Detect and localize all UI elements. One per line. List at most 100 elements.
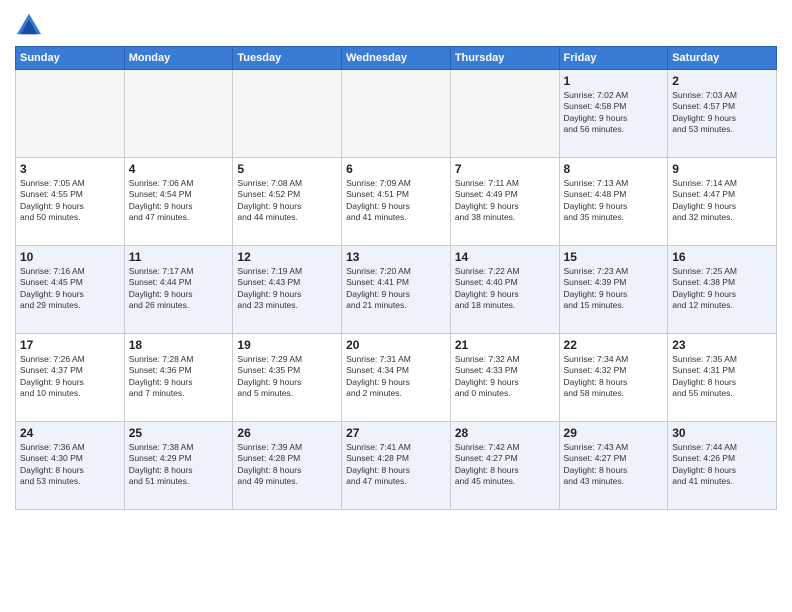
calendar-cell [16, 70, 125, 158]
day-number: 15 [564, 250, 664, 264]
calendar-cell: 20Sunrise: 7:31 AM Sunset: 4:34 PM Dayli… [342, 334, 451, 422]
day-number: 23 [672, 338, 772, 352]
day-info: Sunrise: 7:19 AM Sunset: 4:43 PM Dayligh… [237, 266, 337, 312]
day-info: Sunrise: 7:25 AM Sunset: 4:38 PM Dayligh… [672, 266, 772, 312]
calendar-cell: 19 Sunrise: 7:29 AM Sunset: 4:35 PM Dayli… [233, 334, 342, 422]
calendar-cell: 29 Sunrise: 7:43 AM Sunset: 4:27 PM Dayli… [559, 422, 668, 510]
weekday-header-tuesday: Tuesday [233, 47, 342, 70]
day-info: Sunrise: 7:17 AM Sunset: 4:44 PM Dayligh… [129, 266, 229, 312]
weekday-header-saturday: Saturday [668, 47, 777, 70]
calendar-cell: 18 Sunrise: 7:28 AM Sunset: 4:36 PM Dayli… [124, 334, 233, 422]
calendar-table: SundayMondayTuesdayWednesdayThursdayFrid… [15, 46, 777, 510]
calendar-cell: 8 Sunrise: 7:13 AM Sunset: 4:48 PM Daylig… [559, 158, 668, 246]
day-number: 25 [129, 426, 229, 440]
calendar-cell: 14 Sunrise: 7:22 AM Sunset: 4:40 PM Dayli… [450, 246, 559, 334]
calendar-cell: 4 Sunrise: 7:06 AM Sunset: 4:54 PM Daylig… [124, 158, 233, 246]
day-number: 17 [20, 338, 120, 352]
calendar-cell: 12 Sunrise: 7:19 AM Sunset: 4:43 PM Dayli… [233, 246, 342, 334]
calendar-cell: 25 Sunrise: 7:38 AM Sunset: 4:29 PM Dayli… [124, 422, 233, 510]
calendar-cell: 15 Sunrise: 7:23 AM Sunset: 4:39 PM Dayli… [559, 246, 668, 334]
weekday-header-monday: Monday [124, 47, 233, 70]
day-info: Sunrise: 7:41 AM Sunset: 4:28 PM Dayligh… [346, 442, 446, 488]
day-info: Sunrise: 7:05 AM Sunset: 4:55 PM Dayligh… [20, 178, 120, 224]
day-number: 13 [346, 250, 446, 264]
calendar-cell [450, 70, 559, 158]
calendar-cell: 2Sunrise: 7:03 AM Sunset: 4:57 PM Daylig… [668, 70, 777, 158]
day-number: 27 [346, 426, 446, 440]
calendar-cell: 22 Sunrise: 7:34 AM Sunset: 4:32 PM Dayli… [559, 334, 668, 422]
day-info: Sunrise: 7:20 AM Sunset: 4:41 PM Dayligh… [346, 266, 446, 312]
calendar-week-5: 24Sunrise: 7:36 AM Sunset: 4:30 PM Dayli… [16, 422, 777, 510]
day-info: Sunrise: 7:13 AM Sunset: 4:48 PM Dayligh… [564, 178, 664, 224]
day-number: 12 [237, 250, 337, 264]
day-info: Sunrise: 7:42 AM Sunset: 4:27 PM Dayligh… [455, 442, 555, 488]
calendar-page: SundayMondayTuesdayWednesdayThursdayFrid… [0, 0, 792, 612]
day-number: 30 [672, 426, 772, 440]
weekday-header-row: SundayMondayTuesdayWednesdayThursdayFrid… [16, 47, 777, 70]
day-number: 14 [455, 250, 555, 264]
logo [15, 10, 47, 38]
day-info: Sunrise: 7:35 AM Sunset: 4:31 PM Dayligh… [672, 354, 772, 400]
day-number: 7 [455, 162, 555, 176]
day-info: Sunrise: 7:03 AM Sunset: 4:57 PM Dayligh… [672, 90, 772, 136]
day-info: Sunrise: 7:43 AM Sunset: 4:27 PM Dayligh… [564, 442, 664, 488]
day-info: Sunrise: 7:23 AM Sunset: 4:39 PM Dayligh… [564, 266, 664, 312]
calendar-cell: 9 Sunrise: 7:14 AM Sunset: 4:47 PM Daylig… [668, 158, 777, 246]
calendar-cell: 24Sunrise: 7:36 AM Sunset: 4:30 PM Dayli… [16, 422, 125, 510]
day-number: 22 [564, 338, 664, 352]
day-number: 16 [672, 250, 772, 264]
calendar-cell [233, 70, 342, 158]
calendar-week-4: 17 Sunrise: 7:26 AM Sunset: 4:37 PM Dayli… [16, 334, 777, 422]
day-number: 9 [672, 162, 772, 176]
weekday-header-friday: Friday [559, 47, 668, 70]
calendar-cell: 10Sunrise: 7:16 AM Sunset: 4:45 PM Dayli… [16, 246, 125, 334]
calendar-week-3: 10Sunrise: 7:16 AM Sunset: 4:45 PM Dayli… [16, 246, 777, 334]
day-number: 3 [20, 162, 120, 176]
day-number: 4 [129, 162, 229, 176]
calendar-cell: 17 Sunrise: 7:26 AM Sunset: 4:37 PM Dayli… [16, 334, 125, 422]
calendar-cell: 27 Sunrise: 7:41 AM Sunset: 4:28 PM Dayli… [342, 422, 451, 510]
calendar-cell: 11Sunrise: 7:17 AM Sunset: 4:44 PM Dayli… [124, 246, 233, 334]
day-number: 18 [129, 338, 229, 352]
weekday-header-sunday: Sunday [16, 47, 125, 70]
calendar-cell: 21 Sunrise: 7:32 AM Sunset: 4:33 PM Dayli… [450, 334, 559, 422]
calendar-cell: 30 Sunrise: 7:44 AM Sunset: 4:26 PM Dayli… [668, 422, 777, 510]
day-info: Sunrise: 7:11 AM Sunset: 4:49 PM Dayligh… [455, 178, 555, 224]
day-info: Sunrise: 7:44 AM Sunset: 4:26 PM Dayligh… [672, 442, 772, 488]
day-info: Sunrise: 7:08 AM Sunset: 4:52 PM Dayligh… [237, 178, 337, 224]
calendar-cell: 6Sunrise: 7:09 AM Sunset: 4:51 PM Daylig… [342, 158, 451, 246]
day-info: Sunrise: 7:06 AM Sunset: 4:54 PM Dayligh… [129, 178, 229, 224]
calendar-week-1: 1Sunrise: 7:02 AM Sunset: 4:58 PM Daylig… [16, 70, 777, 158]
calendar-cell: 7 Sunrise: 7:11 AM Sunset: 4:49 PM Daylig… [450, 158, 559, 246]
calendar-cell: 3 Sunrise: 7:05 AM Sunset: 4:55 PM Daylig… [16, 158, 125, 246]
day-number: 8 [564, 162, 664, 176]
day-number: 28 [455, 426, 555, 440]
day-number: 5 [237, 162, 337, 176]
calendar-cell [342, 70, 451, 158]
day-info: Sunrise: 7:22 AM Sunset: 4:40 PM Dayligh… [455, 266, 555, 312]
day-info: Sunrise: 7:39 AM Sunset: 4:28 PM Dayligh… [237, 442, 337, 488]
page-header [15, 10, 777, 38]
day-info: Sunrise: 7:29 AM Sunset: 4:35 PM Dayligh… [237, 354, 337, 400]
day-number: 21 [455, 338, 555, 352]
weekday-header-wednesday: Wednesday [342, 47, 451, 70]
day-info: Sunrise: 7:28 AM Sunset: 4:36 PM Dayligh… [129, 354, 229, 400]
day-info: Sunrise: 7:26 AM Sunset: 4:37 PM Dayligh… [20, 354, 120, 400]
calendar-cell: 5 Sunrise: 7:08 AM Sunset: 4:52 PM Daylig… [233, 158, 342, 246]
day-info: Sunrise: 7:34 AM Sunset: 4:32 PM Dayligh… [564, 354, 664, 400]
day-info: Sunrise: 7:32 AM Sunset: 4:33 PM Dayligh… [455, 354, 555, 400]
day-number: 26 [237, 426, 337, 440]
calendar-cell: 1Sunrise: 7:02 AM Sunset: 4:58 PM Daylig… [559, 70, 668, 158]
day-info: Sunrise: 7:31 AM Sunset: 4:34 PM Dayligh… [346, 354, 446, 400]
day-info: Sunrise: 7:16 AM Sunset: 4:45 PM Dayligh… [20, 266, 120, 312]
day-number: 24 [20, 426, 120, 440]
day-info: Sunrise: 7:14 AM Sunset: 4:47 PM Dayligh… [672, 178, 772, 224]
calendar-week-2: 3 Sunrise: 7:05 AM Sunset: 4:55 PM Daylig… [16, 158, 777, 246]
calendar-cell: 26 Sunrise: 7:39 AM Sunset: 4:28 PM Dayli… [233, 422, 342, 510]
day-number: 29 [564, 426, 664, 440]
logo-icon [15, 10, 43, 38]
day-info: Sunrise: 7:09 AM Sunset: 4:51 PM Dayligh… [346, 178, 446, 224]
day-info: Sunrise: 7:38 AM Sunset: 4:29 PM Dayligh… [129, 442, 229, 488]
day-number: 19 [237, 338, 337, 352]
day-info: Sunrise: 7:02 AM Sunset: 4:58 PM Dayligh… [564, 90, 664, 136]
